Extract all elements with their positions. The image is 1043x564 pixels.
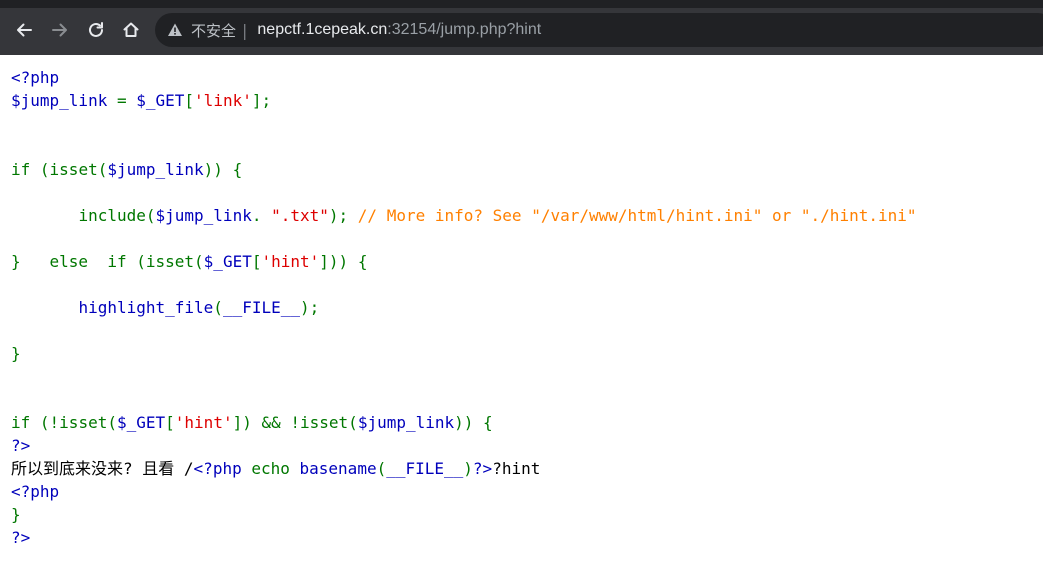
code-token: );	[328, 206, 358, 225]
code-token: if	[11, 160, 40, 179]
code-token: ]) && !isset(	[232, 413, 358, 432]
url-host: nepctf.1cepeak.cn	[257, 21, 388, 38]
forward-button[interactable]	[48, 18, 72, 42]
url-text[interactable]: nepctf.1cepeak.cn:32154/jump.php?hint	[257, 21, 541, 39]
code-token: highlight_file	[78, 298, 214, 317]
back-button[interactable]	[12, 18, 36, 42]
php-open-tag: <?php	[11, 482, 60, 501]
code-token: (isset(	[39, 160, 108, 179]
code-token: ".txt"	[271, 206, 329, 225]
code-token: } else if	[11, 252, 137, 271]
code-token: ))	[203, 160, 233, 179]
code-line-1: <?php	[11, 66, 917, 89]
inline-html: ?hint	[492, 459, 541, 478]
code-token: $jump_link	[11, 91, 117, 110]
code-token: 'hint'	[261, 252, 320, 271]
home-icon	[123, 22, 139, 37]
arrow-left-icon	[17, 23, 32, 37]
code-token: {	[483, 413, 493, 432]
code-token: $_GET	[116, 413, 166, 432]
code-token: basename	[299, 459, 377, 478]
code-token: $jump_link	[107, 160, 204, 179]
reload-button[interactable]	[84, 18, 108, 42]
code-token: {	[232, 160, 243, 179]
code-token: ];	[251, 91, 272, 110]
code-token: )	[463, 459, 473, 478]
code-line-17: ?>	[11, 434, 917, 457]
highlighted-source: <?php $jump_link = $_GET['link']; if (isse…	[11, 66, 917, 549]
warning-triangle-icon[interactable]	[167, 22, 183, 38]
code-line-18: 所以到底来没来? 且看 /<?php echo basename(__FILE_…	[11, 457, 917, 480]
address-separator: |	[242, 20, 248, 40]
code-line-5: if (isset($jump_link)) {	[11, 158, 917, 181]
tab-strip	[0, 0, 1043, 8]
reload-icon	[89, 22, 103, 37]
code-token: (	[376, 459, 387, 478]
code-token: (!isset(	[39, 413, 117, 432]
code-token: $_GET	[136, 91, 185, 110]
code-token: }	[11, 505, 21, 524]
code-line-11: highlight_file(__FILE__);	[11, 296, 917, 319]
code-comment: // More info? See "/var/www/html/hint.in…	[357, 206, 917, 225]
browser-toolbar: 不安全 | nepctf.1cepeak.cn:32154/jump.php?h…	[0, 0, 1043, 55]
code-token: __FILE__	[386, 459, 464, 478]
code-line-19: <?php	[11, 480, 917, 503]
code-line-7: include($jump_link. ".txt"); // More inf…	[11, 204, 917, 227]
code-line-16: if (!isset($_GET['hint']) && !isset($jum…	[11, 411, 917, 434]
code-token: $jump_link	[357, 413, 455, 432]
php-close-tag: ?>	[472, 459, 493, 478]
php-close-tag: ?>	[11, 528, 31, 547]
code-token: $_GET	[203, 252, 252, 271]
code-line-2: $jump_link = $_GET['link'];	[11, 89, 917, 112]
code-token: [	[184, 91, 195, 110]
php-open-tag: <?php	[193, 459, 252, 478]
code-token: ]))	[319, 252, 358, 271]
code-line-21: ?>	[11, 526, 917, 549]
code-token: include(	[78, 206, 156, 225]
code-token: if	[11, 413, 40, 432]
php-open-tag: <?php	[11, 68, 60, 87]
php-close-tag: ?>	[11, 436, 31, 455]
security-status-label[interactable]: 不安全	[191, 20, 236, 41]
code-token: }	[11, 344, 21, 363]
code-token: 'hint'	[174, 413, 233, 432]
code-token: [	[165, 413, 175, 432]
address-bar[interactable]: 不安全 | nepctf.1cepeak.cn:32154/jump.php?h…	[155, 13, 1043, 47]
code-token: .	[251, 206, 272, 225]
code-token: $jump_link	[155, 206, 252, 225]
url-path: :32154/jump.php?hint	[387, 21, 542, 38]
code-token: =	[116, 91, 137, 110]
inline-html: 所以到底来没来? 且看 /	[11, 459, 194, 478]
code-token: __FILE__	[222, 298, 300, 317]
code-token: (isset(	[136, 252, 204, 271]
arrow-right-icon	[52, 23, 67, 37]
code-token: );	[300, 298, 320, 317]
code-token: {	[357, 252, 368, 271]
code-token: echo	[251, 459, 300, 478]
code-line-20: }	[11, 503, 917, 526]
code-line-13: }	[11, 342, 917, 365]
home-button[interactable]	[119, 18, 143, 42]
code-token: ))	[454, 413, 484, 432]
code-line-9: } else if (isset($_GET['hint'])) {	[11, 250, 917, 273]
code-token: (	[213, 298, 223, 317]
code-token: 'link'	[194, 91, 252, 110]
